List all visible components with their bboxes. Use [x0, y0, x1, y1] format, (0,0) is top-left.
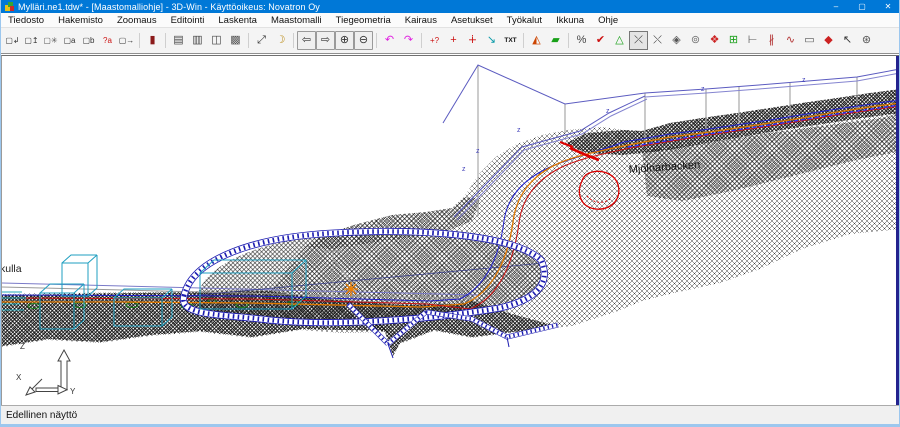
- toolbar-button-sphere-view[interactable]: ⊛: [857, 31, 876, 50]
- toolbar-separator: [565, 31, 572, 50]
- svg-text:z: z: [606, 108, 610, 115]
- toolbar-button-flip-triangles[interactable]: ⤬: [648, 31, 667, 50]
- toolbar-button-add-points[interactable]: ∔: [463, 31, 482, 50]
- toolbar-button-export-file[interactable]: ▢→: [117, 31, 136, 50]
- toolbar-button-file-formats[interactable]: ▢✳: [41, 31, 60, 50]
- toolbar-button-color-cube[interactable]: ❖: [705, 31, 724, 50]
- toolbar-button-circle-points[interactable]: ⊚: [686, 31, 705, 50]
- toolbar-separator: [373, 31, 380, 50]
- toolbar-button-read-file[interactable]: ▢↲: [3, 31, 22, 50]
- toolbar-button-profile-cross[interactable]: ∦: [762, 31, 781, 50]
- toolbar-button-hatch-plus[interactable]: ⊞: [724, 31, 743, 50]
- svg-text:z: z: [701, 86, 705, 93]
- terrain-canvas[interactable]: z z z z z z: [1, 55, 900, 405]
- toolbar-button-zoom-in[interactable]: ⊕: [335, 31, 354, 50]
- status-text: Edellinen näyttö: [6, 410, 77, 421]
- toolbar-button-area-tool[interactable]: ▰: [546, 31, 565, 50]
- toolbar-separator: [520, 31, 527, 50]
- menu-item-työkalut[interactable]: Työkalut: [500, 13, 549, 27]
- svg-text:z: z: [462, 166, 466, 173]
- toolbar-separator: [290, 31, 297, 50]
- toolbar-button-solid-model[interactable]: ◈: [667, 31, 686, 50]
- toolbar-button-add-point[interactable]: +: [444, 31, 463, 50]
- svg-text:z: z: [476, 148, 480, 155]
- menu-item-editointi[interactable]: Editointi: [164, 13, 212, 27]
- close-button[interactable]: ✕: [875, 0, 900, 13]
- label-left-clipped: kulla: [2, 263, 22, 275]
- axis-gizmo: [26, 350, 70, 395]
- toolbar-button-triangle-model[interactable]: ◭: [527, 31, 546, 50]
- toolbar-separator: [162, 31, 169, 50]
- toolbar-button-copy-file-a[interactable]: ▢a: [60, 31, 79, 50]
- toolbar-button-undo[interactable]: ↶: [380, 31, 399, 50]
- menu-item-tiedosto[interactable]: Tiedosto: [1, 13, 51, 27]
- toolbar-button-query-point[interactable]: +?: [425, 31, 444, 50]
- menu-item-kairaus[interactable]: Kairaus: [398, 13, 444, 27]
- toolbar-button-save-view[interactable]: ◫: [207, 31, 226, 50]
- menu-item-hakemisto[interactable]: Hakemisto: [51, 13, 110, 27]
- toolbar-button-profile-curves[interactable]: ∿: [781, 31, 800, 50]
- toolbar-button-model-diamond[interactable]: ◆: [819, 31, 838, 50]
- svg-text:z: z: [517, 127, 521, 134]
- toolbar-button-pick-tool[interactable]: ↖: [838, 31, 857, 50]
- toolbar-separator: [136, 31, 143, 50]
- minimize-button[interactable]: –: [823, 0, 849, 13]
- menu-bar: TiedostoHakemistoZoomausEditointiLaskent…: [1, 13, 900, 27]
- toolbar-button-edit-triangles[interactable]: ⤫: [629, 31, 648, 50]
- toolbar-button-zoom-out[interactable]: ⊖: [354, 31, 373, 50]
- app-icon: [5, 2, 14, 11]
- status-bar: Edellinen näyttö: [1, 405, 900, 424]
- toolbar-button-check-points[interactable]: ✔: [591, 31, 610, 50]
- toolbar-button-raster-settings[interactable]: ▩: [226, 31, 245, 50]
- toolbar-button-image-capture[interactable]: ▥: [188, 31, 207, 50]
- toolbar-button-shade-view[interactable]: ☽: [271, 31, 290, 50]
- menu-item-ohje[interactable]: Ohje: [591, 13, 625, 27]
- toolbar-separator: [418, 31, 425, 50]
- menu-item-zoomaus[interactable]: Zoomaus: [110, 13, 164, 27]
- svg-text:z: z: [802, 77, 806, 84]
- toolbar-button-novatron-document[interactable]: ▮: [143, 31, 162, 50]
- toolbar-button-print[interactable]: ▤: [169, 31, 188, 50]
- window-title: Mylläri.ne1.tdw* - [Maastomalliohje] - 3…: [18, 2, 320, 12]
- svg-text:Y: Y: [70, 387, 76, 396]
- menu-item-maastomalli[interactable]: Maastomalli: [264, 13, 329, 27]
- toolbar-button-text-tool[interactable]: TXT: [501, 31, 520, 50]
- svg-text:X: X: [16, 373, 22, 382]
- window-controls: – ▢ ✕: [823, 0, 900, 13]
- toolbar-separator: [245, 31, 252, 50]
- toolbar-button-xyz-values[interactable]: %: [572, 31, 591, 50]
- toolbar-button-query-file[interactable]: ?a: [98, 31, 117, 50]
- toolbar-button-ruler-vertical[interactable]: ⊢: [743, 31, 762, 50]
- toolbar: ▢↲▢↥▢✳▢a▢b?a▢→ ▮ ▤▥◫▩ ⤢☽ ⇦⇨⊕⊖ ↶↷ +?+∔↘TXT ◭▰%✔△…: [1, 27, 900, 54]
- menu-item-laskenta[interactable]: Laskenta: [211, 13, 264, 27]
- menu-item-ikkuna[interactable]: Ikkuna: [549, 13, 591, 27]
- toolbar-button-next-view[interactable]: ⇨: [316, 31, 335, 50]
- toolbar-button-write-file[interactable]: ▢↥: [22, 31, 41, 50]
- toolbar-button-redo[interactable]: ↷: [399, 31, 418, 50]
- toolbar-button-fit-window[interactable]: ⤢: [252, 31, 271, 50]
- toolbar-button-measure-line[interactable]: ↘: [482, 31, 501, 50]
- toolbar-button-extent-box[interactable]: ▭: [800, 31, 819, 50]
- canvas-right-edge: [896, 56, 900, 405]
- menu-item-asetukset[interactable]: Asetukset: [444, 13, 500, 27]
- svg-text:Z: Z: [20, 342, 25, 351]
- maximize-button[interactable]: ▢: [849, 0, 875, 13]
- toolbar-button-previous-view[interactable]: ⇦: [297, 31, 316, 50]
- terrain-3d-view[interactable]: z z z z z z: [2, 56, 900, 405]
- menu-item-tiegeometria[interactable]: Tiegeometria: [329, 13, 398, 27]
- application-window: Mylläri.ne1.tdw* - [Maastomalliohje] - 3…: [0, 0, 900, 427]
- toolbar-button-triangulate[interactable]: △: [610, 31, 629, 50]
- title-bar: Mylläri.ne1.tdw* - [Maastomalliohje] - 3…: [1, 0, 900, 13]
- toolbar-button-copy-file-b[interactable]: ▢b: [79, 31, 98, 50]
